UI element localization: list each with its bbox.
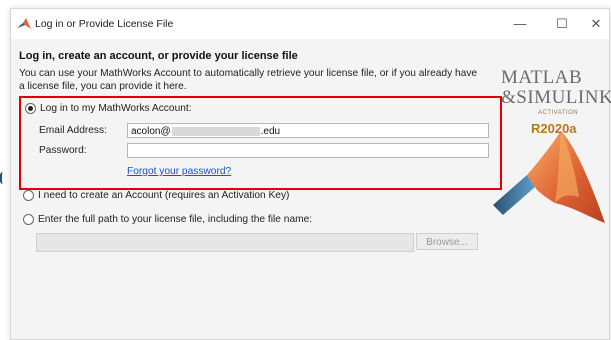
license-file-option[interactable]: Enter the full path to your license file… bbox=[23, 214, 312, 225]
brand-matlab: MATLAB bbox=[501, 67, 583, 88]
matlab-logo-icon bbox=[17, 18, 31, 29]
description-text: You can use your MathWorks Account to au… bbox=[19, 68, 478, 92]
maximize-icon[interactable]: ☐ bbox=[550, 15, 574, 33]
close-icon[interactable]: ✕ bbox=[584, 15, 608, 33]
edge-decoration bbox=[0, 172, 6, 184]
email-value: acolon@ bbox=[131, 126, 171, 137]
license-path-field[interactable] bbox=[36, 233, 414, 252]
title-bar: Log in or Provide License File — ☐ ✕ bbox=[11, 9, 609, 39]
license-file-label: Enter the full path to your license file… bbox=[38, 214, 313, 225]
license-dialog: Log in or Provide License File — ☐ ✕ Log… bbox=[10, 8, 611, 340]
login-radio[interactable] bbox=[25, 103, 36, 114]
header-title: Log in, create an account, or provide yo… bbox=[19, 50, 298, 62]
create-account-radio[interactable] bbox=[23, 190, 34, 201]
email-field[interactable]: acolon@ .edu bbox=[127, 123, 489, 138]
browse-button[interactable]: Browse... bbox=[416, 233, 478, 250]
license-file-radio[interactable] bbox=[23, 214, 34, 225]
create-account-option[interactable]: I need to create an Account (requires an… bbox=[23, 190, 289, 201]
login-option-label: Log in to my MathWorks Account: bbox=[40, 103, 192, 114]
brand-activation: ACTIVATION bbox=[538, 110, 579, 116]
password-field[interactable] bbox=[127, 143, 489, 158]
redacted-email-block bbox=[171, 126, 260, 136]
release-label: R2020a bbox=[531, 121, 577, 136]
password-label: Password: bbox=[39, 145, 87, 156]
forgot-password-link[interactable]: Forgot your password? bbox=[127, 166, 231, 177]
login-option[interactable]: Log in to my MathWorks Account: bbox=[25, 103, 192, 114]
email-label: Email Address: bbox=[39, 125, 107, 136]
window-title: Log in or Provide License File bbox=[35, 18, 174, 30]
login-highlight-box: Log in to my MathWorks Account: Email Ad… bbox=[19, 96, 502, 190]
minimize-icon[interactable]: — bbox=[508, 15, 532, 33]
brand-simulink: &SIMULINK bbox=[501, 87, 611, 108]
email-suffix: .edu bbox=[260, 126, 281, 137]
create-account-label: I need to create an Account (requires an… bbox=[38, 190, 290, 201]
